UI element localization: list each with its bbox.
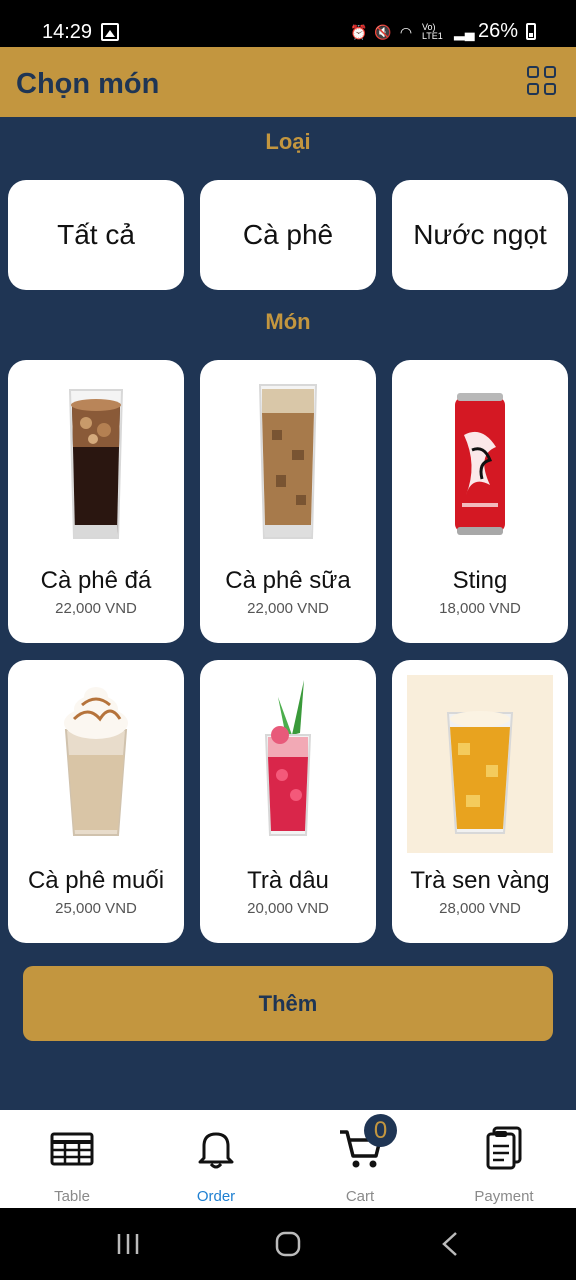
menu-item-ca-phe-muoi[interactable]: Cà phê muối 25,000 VND bbox=[8, 660, 184, 943]
status-bar: 14:29 ⏰ 🔇 ◠ Vo) LTE1 ▂▄ 26% bbox=[0, 0, 576, 47]
strawberry-tea-image bbox=[264, 680, 312, 836]
menu-item-name: Cà phê đá bbox=[40, 567, 152, 594]
menu-item-name: Sting bbox=[452, 567, 508, 594]
iced-coffee-image bbox=[68, 389, 124, 539]
menu-item-price: 25,000 VND bbox=[55, 900, 137, 917]
back-icon[interactable] bbox=[440, 1231, 460, 1257]
battery-percent: 26% bbox=[477, 20, 518, 42]
home-icon[interactable] bbox=[275, 1231, 301, 1257]
nav-cart-label: Cart bbox=[345, 1188, 375, 1205]
wifi-icon: ◠ bbox=[399, 23, 413, 40]
mute-icon: 🔇 bbox=[373, 23, 392, 40]
cart-count-badge: 0 bbox=[364, 1114, 397, 1147]
menu-item-sting[interactable]: Sting 18,000 VND bbox=[392, 360, 568, 643]
nav-order[interactable]: Order bbox=[144, 1110, 288, 1208]
nav-payment-label: Payment bbox=[474, 1188, 534, 1205]
menu-item-price: 22,000 VND bbox=[247, 600, 329, 617]
menu-item-ca-phe-sua[interactable]: Cà phê sữa 22,000 VND bbox=[200, 360, 376, 643]
category-all-button[interactable]: Tất cả bbox=[8, 180, 184, 290]
page-title: Chọn món bbox=[16, 68, 160, 100]
nav-table[interactable]: Table bbox=[0, 1110, 144, 1208]
grid-view-icon[interactable] bbox=[527, 66, 557, 96]
menu-item-tra-dau[interactable]: Trà dâu 20,000 VND bbox=[200, 660, 376, 943]
menu-item-name: Cà phê muối bbox=[27, 867, 165, 894]
menu-item-name: Cà phê sữa bbox=[225, 567, 351, 594]
menu-item-price: 22,000 VND bbox=[55, 600, 137, 617]
clipboard-icon bbox=[486, 1126, 522, 1170]
nav-payment[interactable]: Payment bbox=[432, 1110, 576, 1208]
status-time: 14:29 bbox=[42, 21, 93, 43]
status-icons: ⏰ 🔇 ◠ Vo) LTE1 ▂▄ 26% bbox=[350, 20, 536, 43]
table-icon bbox=[50, 1132, 94, 1166]
bottom-navigation: Table Order Cart Payment bbox=[0, 1110, 576, 1208]
milk-coffee-image bbox=[258, 384, 318, 539]
menu-item-ca-phe-da[interactable]: Cà phê đá 22,000 VND bbox=[8, 360, 184, 643]
salted-coffee-image bbox=[64, 687, 128, 836]
sting-can-image bbox=[455, 393, 505, 535]
menu-item-price: 28,000 VND bbox=[439, 900, 521, 917]
nav-cart[interactable]: Cart bbox=[288, 1110, 432, 1208]
system-navigation-bar bbox=[0, 1208, 576, 1280]
category-section-label: Loại bbox=[265, 129, 311, 154]
add-button[interactable]: Thêm bbox=[23, 966, 553, 1041]
alarm-icon: ⏰ bbox=[349, 23, 368, 40]
menu-item-tra-sen-vang[interactable]: Trà sen vàng 28,000 VND bbox=[392, 660, 568, 943]
recent-apps-icon[interactable] bbox=[116, 1232, 140, 1256]
nav-order-label: Order bbox=[196, 1188, 236, 1205]
signal-icon: ▂▄ bbox=[453, 23, 475, 40]
battery-icon bbox=[526, 23, 536, 40]
nav-table-label: Table bbox=[54, 1188, 90, 1205]
menu-item-price: 20,000 VND bbox=[247, 900, 329, 917]
lotus-tea-image bbox=[407, 675, 553, 853]
network-label: Vo) LTE1 bbox=[421, 21, 443, 41]
category-coffee-button[interactable]: Cà phê bbox=[200, 180, 376, 290]
gallery-notification-icon bbox=[101, 23, 119, 41]
category-soft-drink-button[interactable]: Nước ngọt bbox=[392, 180, 568, 290]
menu-section-label: Món bbox=[265, 309, 311, 334]
menu-item-name: Trà sen vàng bbox=[410, 867, 550, 894]
menu-item-price: 18,000 VND bbox=[439, 600, 521, 617]
bell-icon bbox=[198, 1132, 234, 1169]
menu-item-name: Trà dâu bbox=[247, 867, 329, 894]
app-header: Chọn món bbox=[0, 47, 576, 117]
